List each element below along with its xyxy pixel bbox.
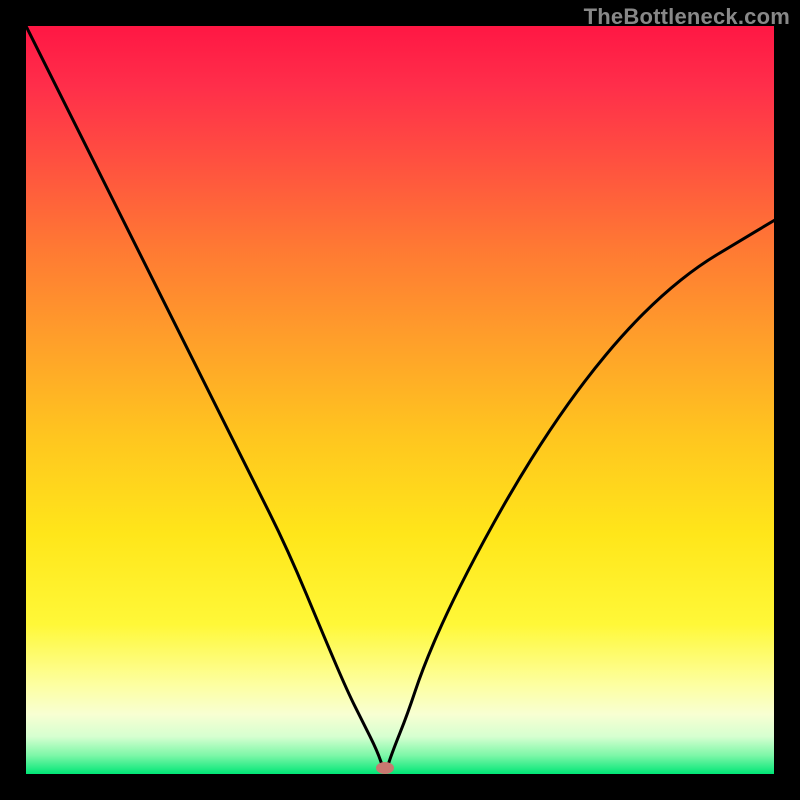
chart-frame: TheBottleneck.com (0, 0, 800, 800)
plot-area (26, 26, 774, 774)
selected-point-marker (376, 762, 394, 774)
bottleneck-curve (26, 26, 774, 774)
watermark-text: TheBottleneck.com (584, 4, 790, 30)
